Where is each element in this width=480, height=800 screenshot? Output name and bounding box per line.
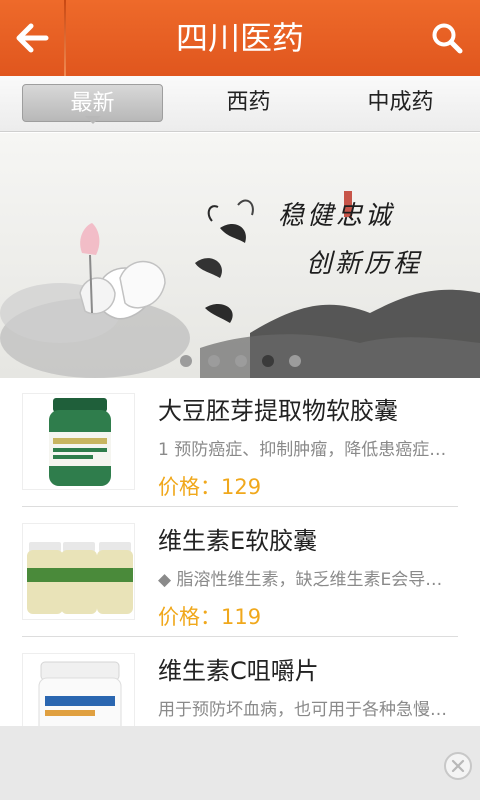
banner-slogan-line2: 创新历程 (306, 249, 423, 279)
product-description: 用于预防坏血病，也可用于各种急慢… (158, 700, 447, 720)
banner-slogan-line1: 稳健忠诚 (278, 201, 395, 231)
category-tabs: 最新 西药 中成药 (0, 76, 480, 132)
carousel-dot[interactable] (208, 355, 220, 367)
back-button[interactable] (0, 0, 64, 76)
product-description: ◆ 脂溶性维生素，缺乏维生素E会导… (158, 570, 443, 590)
search-button[interactable] (414, 0, 480, 76)
active-tab-pointer (85, 116, 101, 124)
product-image (22, 393, 135, 490)
tab-chinese-patent-medicine[interactable]: 中成药 (330, 84, 471, 122)
header-divider (64, 0, 66, 76)
page-title: 四川医药 (175, 19, 304, 57)
carousel-dot[interactable] (235, 355, 247, 367)
product-price: 价格：119 (158, 605, 262, 629)
carousel-dot-active[interactable] (262, 355, 274, 367)
search-icon (432, 23, 463, 54)
product-list-item[interactable]: 大豆胚芽提取物软胶囊 1 预防癌症、抑制肿瘤，降低患癌症… 价格：129 (0, 377, 480, 507)
arrow-left-icon (16, 23, 49, 53)
tab-western-medicine[interactable]: 西药 (178, 84, 319, 122)
close-ad-button[interactable] (444, 752, 472, 780)
product-name: 维生素C咀嚼片 (158, 657, 319, 685)
close-icon (451, 759, 465, 773)
product-name: 维生素E软胶囊 (158, 527, 318, 555)
product-description: 1 预防癌症、抑制肿瘤，降低患癌症… (158, 440, 447, 460)
app-header: 四川医药 (0, 0, 480, 76)
product-price: 价格：129 (158, 475, 262, 499)
product-image (22, 523, 135, 620)
carousel-dot[interactable] (289, 355, 301, 367)
product-list-item[interactable]: 维生素E软胶囊 ◆ 脂溶性维生素，缺乏维生素E会导… 价格：119 (0, 507, 480, 637)
promo-banner[interactable]: 稳健忠诚 创新历程 (0, 133, 480, 378)
carousel-indicator (180, 352, 305, 370)
product-name: 大豆胚芽提取物软胶囊 (158, 397, 398, 425)
carousel-dot[interactable] (180, 355, 192, 367)
ad-banner[interactable] (0, 726, 480, 800)
